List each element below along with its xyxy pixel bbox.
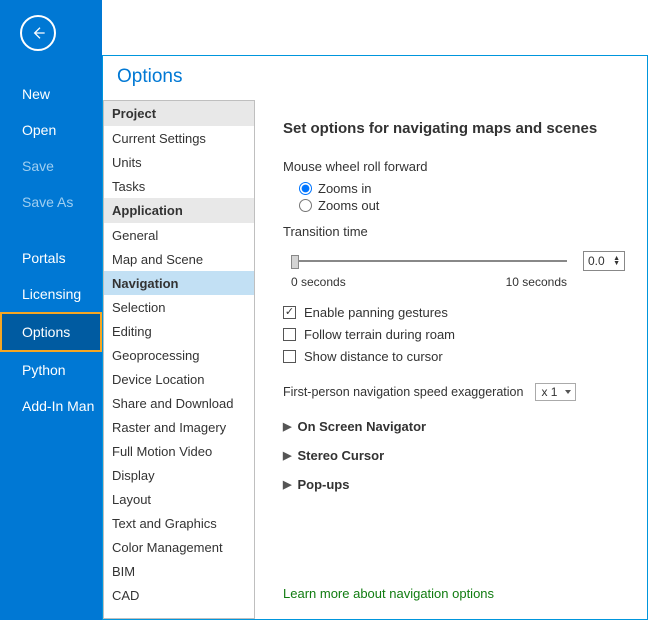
back-arrow-icon bbox=[30, 25, 46, 41]
radio-zoom-out-label: Zooms out bbox=[318, 198, 379, 213]
category-general[interactable]: General bbox=[104, 223, 254, 247]
expander-label: Pop-ups bbox=[297, 477, 349, 492]
checkbox-show-distance[interactable] bbox=[283, 350, 296, 363]
options-dialog: Options Project Current Settings Units T… bbox=[102, 55, 648, 620]
backstage-item-save-as: Save As bbox=[0, 184, 102, 220]
transition-min-label: 0 seconds bbox=[291, 275, 346, 289]
category-bim[interactable]: BIM bbox=[104, 559, 254, 583]
category-navigation[interactable]: Navigation bbox=[104, 271, 254, 295]
transition-value-text: 0.0 bbox=[588, 254, 605, 268]
backstage-item-new[interactable]: New bbox=[0, 76, 102, 112]
backstage-item-options[interactable]: Options bbox=[0, 312, 102, 352]
chevron-right-icon: ▶ bbox=[283, 420, 291, 433]
backstage-item-addin[interactable]: Add-In Man bbox=[0, 388, 102, 424]
category-editing[interactable]: Editing bbox=[104, 319, 254, 343]
detail-pane: Set options for navigating maps and scen… bbox=[255, 100, 647, 619]
category-share-download[interactable]: Share and Download bbox=[104, 391, 254, 415]
category-device-location[interactable]: Device Location bbox=[104, 367, 254, 391]
transition-max-label: 10 seconds bbox=[506, 275, 567, 289]
transition-slider[interactable] bbox=[291, 254, 567, 268]
back-button[interactable] bbox=[20, 15, 56, 51]
radio-zoom-in-label: Zooms in bbox=[318, 181, 371, 196]
category-map-scene[interactable]: Map and Scene bbox=[104, 247, 254, 271]
category-list[interactable]: Project Current Settings Units Tasks App… bbox=[103, 100, 255, 619]
transition-time-label: Transition time bbox=[283, 224, 625, 239]
chevron-right-icon: ▶ bbox=[283, 478, 291, 491]
speed-exaggeration-label: First-person navigation speed exaggerati… bbox=[283, 385, 523, 399]
checkbox-show-distance-label: Show distance to cursor bbox=[304, 349, 443, 364]
category-color-management[interactable]: Color Management bbox=[104, 535, 254, 559]
checkbox-enable-panning-label: Enable panning gestures bbox=[304, 305, 448, 320]
speed-exaggeration-select[interactable]: x 1 bbox=[535, 383, 576, 401]
expander-popups[interactable]: ▶ Pop-ups bbox=[283, 477, 625, 492]
expander-label: On Screen Navigator bbox=[297, 419, 426, 434]
category-cad[interactable]: CAD bbox=[104, 583, 254, 607]
expander-on-screen-navigator[interactable]: ▶ On Screen Navigator bbox=[283, 419, 625, 434]
category-text-graphics[interactable]: Text and Graphics bbox=[104, 511, 254, 535]
checkbox-follow-terrain[interactable] bbox=[283, 328, 296, 341]
category-units[interactable]: Units bbox=[104, 150, 254, 174]
radio-zoom-out[interactable]: Zooms out bbox=[299, 198, 625, 213]
category-geoprocessing[interactable]: Geoprocessing bbox=[104, 343, 254, 367]
backstage-item-portals[interactable]: Portals bbox=[0, 240, 102, 276]
backstage-item-open[interactable]: Open bbox=[0, 112, 102, 148]
radio-zoom-out-input[interactable] bbox=[299, 199, 312, 212]
options-title: Options bbox=[103, 56, 647, 100]
category-full-motion-video[interactable]: Full Motion Video bbox=[104, 439, 254, 463]
expander-label: Stereo Cursor bbox=[297, 448, 384, 463]
category-header-application: Application bbox=[104, 198, 254, 223]
backstage-item-licensing[interactable]: Licensing bbox=[0, 276, 102, 312]
category-current-settings[interactable]: Current Settings bbox=[104, 126, 254, 150]
mouse-wheel-label: Mouse wheel roll forward bbox=[283, 159, 625, 174]
radio-zoom-in[interactable]: Zooms in bbox=[299, 181, 625, 196]
slider-thumb[interactable] bbox=[291, 255, 299, 269]
backstage-item-save: Save bbox=[0, 148, 102, 184]
category-tasks[interactable]: Tasks bbox=[104, 174, 254, 198]
category-layout[interactable]: Layout bbox=[104, 487, 254, 511]
category-display[interactable]: Display bbox=[104, 463, 254, 487]
detail-heading: Set options for navigating maps and scen… bbox=[283, 120, 625, 137]
spinner-icon[interactable]: ▲▼ bbox=[613, 256, 620, 266]
category-header-project: Project bbox=[104, 101, 254, 126]
checkbox-enable-panning[interactable] bbox=[283, 306, 296, 319]
chevron-right-icon: ▶ bbox=[283, 449, 291, 462]
backstage-item-python[interactable]: Python bbox=[0, 352, 102, 388]
checkbox-follow-terrain-label: Follow terrain during roam bbox=[304, 327, 455, 342]
expander-stereo-cursor[interactable]: ▶ Stereo Cursor bbox=[283, 448, 625, 463]
learn-more-link[interactable]: Learn more about navigation options bbox=[283, 586, 625, 607]
backstage-sidebar: New Open Save Save As Portals Licensing … bbox=[0, 0, 102, 620]
transition-value-input[interactable]: 0.0 ▲▼ bbox=[583, 251, 625, 271]
category-selection[interactable]: Selection bbox=[104, 295, 254, 319]
radio-zoom-in-input[interactable] bbox=[299, 182, 312, 195]
category-raster-imagery[interactable]: Raster and Imagery bbox=[104, 415, 254, 439]
